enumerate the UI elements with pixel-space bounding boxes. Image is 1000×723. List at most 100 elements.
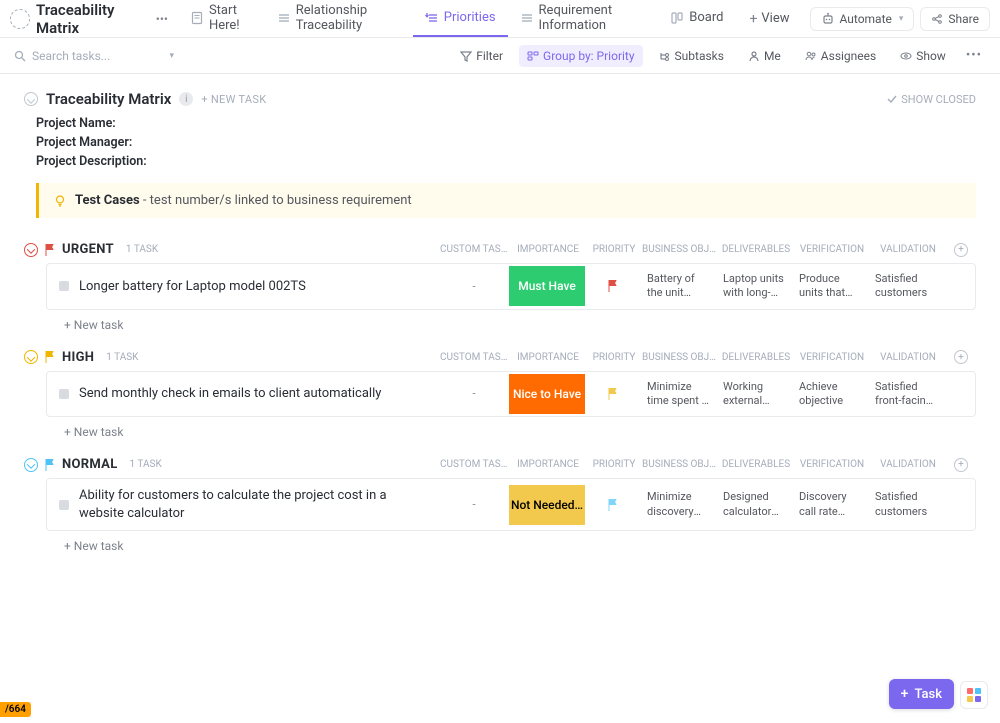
plus-circle-icon[interactable]: + [954, 243, 968, 257]
col-business-obj[interactable]: BUSINESS OBJE… [642, 352, 718, 363]
group-by-button[interactable]: Group by: Priority [519, 45, 643, 67]
search-icon [14, 50, 26, 62]
create-task-button[interactable]: + Task [889, 679, 954, 709]
col-verification[interactable]: VERIFICATION [794, 244, 870, 255]
col-validation[interactable]: VALIDATION [870, 352, 946, 363]
new-task-button[interactable]: + New task [64, 539, 976, 553]
show-closed-button[interactable]: SHOW CLOSED [887, 93, 976, 106]
cell-custom-id[interactable]: - [439, 498, 509, 511]
tab-requirement-information[interactable]: Requirement Information [508, 0, 659, 37]
col-custom-task-id[interactable]: CUSTOM TASK ID [440, 244, 510, 255]
add-column[interactable]: + [946, 243, 976, 257]
me-button[interactable]: Me [740, 45, 789, 67]
apps-button[interactable] [960, 681, 988, 709]
share-button[interactable]: Share [920, 7, 990, 31]
col-priority[interactable]: PRIORITY [586, 352, 642, 363]
task-name[interactable]: Ability for customers to calculate the p… [79, 487, 439, 522]
task-status-icon[interactable] [59, 281, 69, 291]
col-validation[interactable]: VALIDATION [870, 459, 946, 470]
task-status-icon[interactable] [59, 389, 69, 399]
tab-priorities[interactable]: Priorities [413, 0, 508, 37]
cell-custom-id[interactable]: - [439, 387, 509, 400]
cell-importance[interactable]: Must Have [509, 274, 585, 298]
show-button[interactable]: Show [892, 45, 954, 67]
importance-badge: Must Have [509, 266, 585, 306]
col-verification[interactable]: VERIFICATION [794, 459, 870, 470]
create-task-label: Task [914, 687, 942, 702]
col-custom-task-id[interactable]: CUSTOM TASK ID [440, 352, 510, 363]
cell-custom-id[interactable]: - [439, 280, 509, 293]
plus-circle-icon[interactable]: + [954, 458, 968, 472]
add-column[interactable]: + [946, 350, 976, 364]
assignees-button[interactable]: Assignees [797, 45, 884, 67]
col-business-obj[interactable]: BUSINESS OBJE… [642, 459, 718, 470]
more-toolbar-icon[interactable]: ••• [962, 48, 986, 63]
add-column[interactable]: + [946, 458, 976, 472]
automate-button[interactable]: Automate ▾ [810, 7, 915, 31]
task-row[interactable]: Send monthly check in emails to client a… [46, 371, 976, 418]
show-closed-label: SHOW CLOSED [901, 93, 976, 106]
cell-deliverables[interactable]: Designed cal­culator avail-… [717, 490, 793, 519]
new-task-button[interactable]: + New task [64, 318, 976, 332]
cell-validation[interactable]: Satisfied customers [869, 272, 945, 301]
group-collapse-icon[interactable] [24, 350, 38, 364]
cell-priority[interactable] [585, 387, 641, 401]
task-name[interactable]: Longer battery for Laptop model 002TS [79, 278, 439, 296]
tab-board[interactable]: Board [658, 0, 735, 37]
col-validation[interactable]: VALIDATION [870, 244, 946, 255]
col-importance[interactable]: IMPORTANCE [510, 352, 586, 363]
cell-business-obj[interactable]: Battery of the unit must last… [641, 272, 717, 301]
cell-deliverables[interactable]: Working exter­nal automation [717, 380, 793, 409]
top-bar: Traceability Matrix ••• Start Here! Rela… [0, 0, 1000, 38]
filter-button[interactable]: Filter [452, 45, 511, 67]
group-icon [527, 50, 539, 62]
subtasks-button[interactable]: Subtasks [651, 45, 732, 67]
collapse-all-icon[interactable] [24, 92, 38, 106]
main-content: Traceability Matrix i + NEW TASK SHOW CL… [0, 74, 1000, 553]
col-importance[interactable]: IMPORTANCE [510, 244, 586, 255]
col-deliverables[interactable]: DELIVERABLES [718, 352, 794, 363]
col-verification[interactable]: VERIFICATION [794, 352, 870, 363]
col-business-obj[interactable]: BUSINESS OBJE… [642, 244, 718, 255]
cell-importance[interactable]: Not Needed… [509, 493, 585, 517]
cell-importance[interactable]: Nice to Have [509, 382, 585, 406]
plus-circle-icon[interactable]: + [954, 350, 968, 364]
task-row[interactable]: Ability for customers to calculate the p… [46, 478, 976, 531]
cell-validation[interactable]: Satisfied customers [869, 490, 945, 519]
task-name[interactable]: Send monthly check in emails to client a… [79, 385, 439, 403]
col-deliverables[interactable]: DELIVERABLES [718, 459, 794, 470]
col-priority[interactable]: PRIORITY [586, 459, 642, 470]
col-importance[interactable]: IMPORTANCE [510, 459, 586, 470]
subtasks-icon [659, 50, 671, 62]
cell-verification[interactable]: Achieve objective [793, 380, 869, 409]
group-label: NORMAL [62, 457, 118, 472]
col-custom-task-id[interactable]: CUSTOM TASK ID [440, 459, 510, 470]
search-input[interactable]: Search tasks... ▾ [14, 49, 174, 63]
share-icon [931, 13, 943, 25]
new-task-header-button[interactable]: + NEW TASK [201, 93, 266, 106]
cell-validation[interactable]: Satisfied front-facing … [869, 380, 945, 409]
group-collapse-icon[interactable] [24, 458, 38, 472]
cell-business-obj[interactable]: Minimize dis­covery call wi… [641, 490, 717, 519]
subtasks-label: Subtasks [675, 49, 724, 63]
workspace-icon[interactable] [10, 9, 30, 29]
cell-business-obj[interactable]: Minimize time spent in send… [641, 380, 717, 409]
cell-deliverables[interactable]: Laptop units with long-last… [717, 272, 793, 301]
tab-start-here[interactable]: Start Here! [178, 0, 265, 37]
more-options-icon[interactable]: ••• [152, 12, 172, 26]
cell-verification[interactable]: Produce units that can work… [793, 272, 869, 301]
task-status-icon[interactable] [59, 500, 69, 510]
cell-priority[interactable] [585, 498, 641, 512]
add-view-button[interactable]: + View [741, 11, 797, 27]
col-priority[interactable]: PRIORITY [586, 244, 642, 255]
new-task-button[interactable]: + New task [64, 425, 976, 439]
check-icon [887, 94, 897, 104]
task-row[interactable]: Longer battery for Laptop model 002TS - … [46, 263, 976, 310]
col-deliverables[interactable]: DELIVERABLES [718, 244, 794, 255]
tab-relationship-traceability[interactable]: Relationship Traceability [265, 0, 413, 37]
cell-priority[interactable] [585, 279, 641, 293]
info-icon[interactable]: i [179, 92, 193, 106]
group-collapse-icon[interactable] [24, 243, 38, 257]
page-header-row: Traceability Matrix i + NEW TASK SHOW CL… [24, 90, 976, 108]
cell-verification[interactable]: Discovery call rate down by … [793, 490, 869, 519]
